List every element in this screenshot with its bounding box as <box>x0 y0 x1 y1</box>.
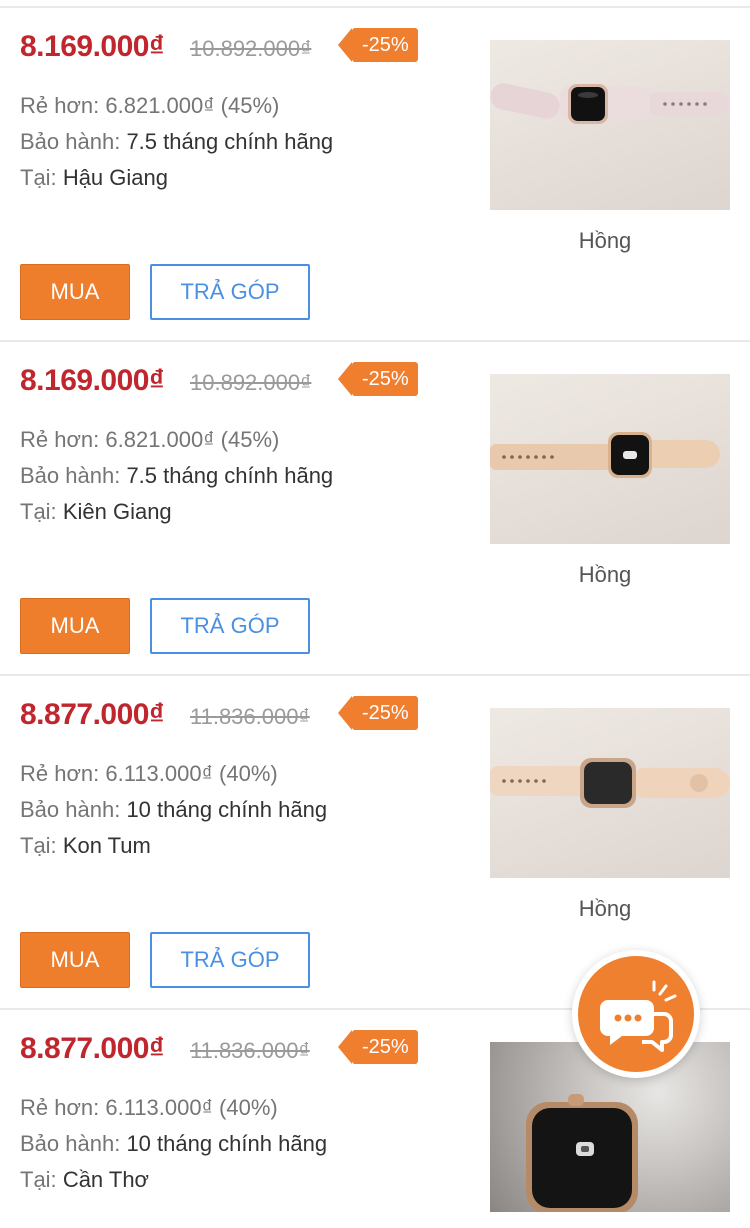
savings-value: 6.113.000₫ (40%) <box>105 1095 278 1120</box>
warranty-value: 10 tháng chính hãng <box>126 797 328 822</box>
product-thumbnail[interactable] <box>490 40 730 210</box>
chat-bubbles-icon <box>600 980 677 1052</box>
sale-price: 8.169.000₫ <box>20 364 164 397</box>
warranty-value: 10 tháng chính hãng <box>126 1131 328 1156</box>
location-label: Tại: <box>20 1167 57 1192</box>
discount-badge: -25% <box>338 362 418 396</box>
warranty-label: Bảo hành: <box>20 129 121 154</box>
location-value: Kiên Giang <box>62 499 172 524</box>
savings-value: 6.821.000₫ (45%) <box>105 427 280 452</box>
discount-badge: -25% <box>338 1030 418 1064</box>
watch-photo <box>490 432 720 478</box>
original-price: 11.836.000₫ <box>190 1038 310 1063</box>
product-thumbnail[interactable] <box>490 708 730 878</box>
savings-label: Rẻ hơn: <box>20 427 100 452</box>
location-row: Tại: Cần Thơ <box>20 1162 327 1198</box>
warranty-row: Bảo hành: 7.5 tháng chính hãng <box>20 124 333 160</box>
location-label: Tại: <box>20 499 57 524</box>
listing-info: Rẻ hơn: 6.113.000₫ (40%) Bảo hành: 10 th… <box>20 756 327 864</box>
sale-price: 8.877.000₫ <box>20 1032 164 1065</box>
watch-photo <box>490 83 730 124</box>
sale-price: 8.169.000₫ <box>20 30 164 63</box>
installment-button[interactable]: TRẢ GÓP <box>150 932 310 988</box>
location-row: Tại: Kiên Giang <box>20 494 333 530</box>
savings-label: Rẻ hơn: <box>20 1095 100 1120</box>
warranty-value: 7.5 tháng chính hãng <box>126 463 334 488</box>
warranty-row: Bảo hành: 7.5 tháng chính hãng <box>20 458 333 494</box>
location-label: Tại: <box>20 833 57 858</box>
color-label: Hồng <box>578 896 632 921</box>
listing-card: 8.169.000₫ 10.892.000₫ -25% Rẻ hơn: 6.82… <box>0 340 750 674</box>
color-label: Hồng <box>578 228 632 253</box>
location-value: Hậu Giang <box>62 165 168 190</box>
discount-badge: -25% <box>338 696 418 730</box>
watch-photo <box>490 758 730 808</box>
location-row: Tại: Hậu Giang <box>20 160 333 196</box>
location-value: Cần Thơ <box>62 1167 149 1192</box>
chat-button[interactable] <box>572 950 700 1078</box>
original-price: 10.892.000₫ <box>190 370 312 395</box>
savings-row: Rẻ hơn: 6.113.000₫ (40%) <box>20 756 327 792</box>
listing-info: Rẻ hơn: 6.113.000₫ (40%) Bảo hành: 10 th… <box>20 1090 327 1198</box>
buy-button[interactable]: MUA <box>20 598 130 654</box>
listing-card: 8.169.000₫ 10.892.000₫ -25% Rẻ hơn: 6.82… <box>0 6 750 340</box>
savings-row: Rẻ hơn: 6.821.000₫ (45%) <box>20 88 333 124</box>
location-value: Kon Tum <box>62 833 151 858</box>
warranty-row: Bảo hành: 10 tháng chính hãng <box>20 1126 327 1162</box>
listing-info: Rẻ hơn: 6.821.000₫ (45%) Bảo hành: 7.5 t… <box>20 88 333 196</box>
product-thumbnail[interactable] <box>490 374 730 544</box>
discount-badge: -25% <box>338 28 418 62</box>
savings-value: 6.821.000₫ (45%) <box>105 93 280 118</box>
buy-button[interactable]: MUA <box>20 264 130 320</box>
chat-button-background <box>578 956 694 1072</box>
location-label: Tại: <box>20 165 57 190</box>
warranty-row: Bảo hành: 10 tháng chính hãng <box>20 792 327 828</box>
location-row: Tại: Kon Tum <box>20 828 327 864</box>
savings-label: Rẻ hơn: <box>20 761 100 786</box>
original-price: 10.892.000₫ <box>190 36 312 61</box>
savings-value: 6.113.000₫ (40%) <box>105 761 278 786</box>
savings-row: Rẻ hơn: 6.821.000₫ (45%) <box>20 422 333 458</box>
savings-label: Rẻ hơn: <box>20 93 100 118</box>
buy-button[interactable]: MUA <box>20 932 130 988</box>
installment-button[interactable]: TRẢ GÓP <box>150 598 310 654</box>
savings-row: Rẻ hơn: 6.113.000₫ (40%) <box>20 1090 327 1126</box>
warranty-label: Bảo hành: <box>20 797 121 822</box>
original-price: 11.836.000₫ <box>190 704 310 729</box>
warranty-label: Bảo hành: <box>20 1131 121 1156</box>
installment-button[interactable]: TRẢ GÓP <box>150 264 310 320</box>
warranty-value: 7.5 tháng chính hãng <box>126 129 334 154</box>
sale-price: 8.877.000₫ <box>20 698 164 731</box>
warranty-label: Bảo hành: <box>20 463 121 488</box>
color-label: Hồng <box>578 562 632 587</box>
listing-info: Rẻ hơn: 6.821.000₫ (45%) Bảo hành: 7.5 t… <box>20 422 333 530</box>
